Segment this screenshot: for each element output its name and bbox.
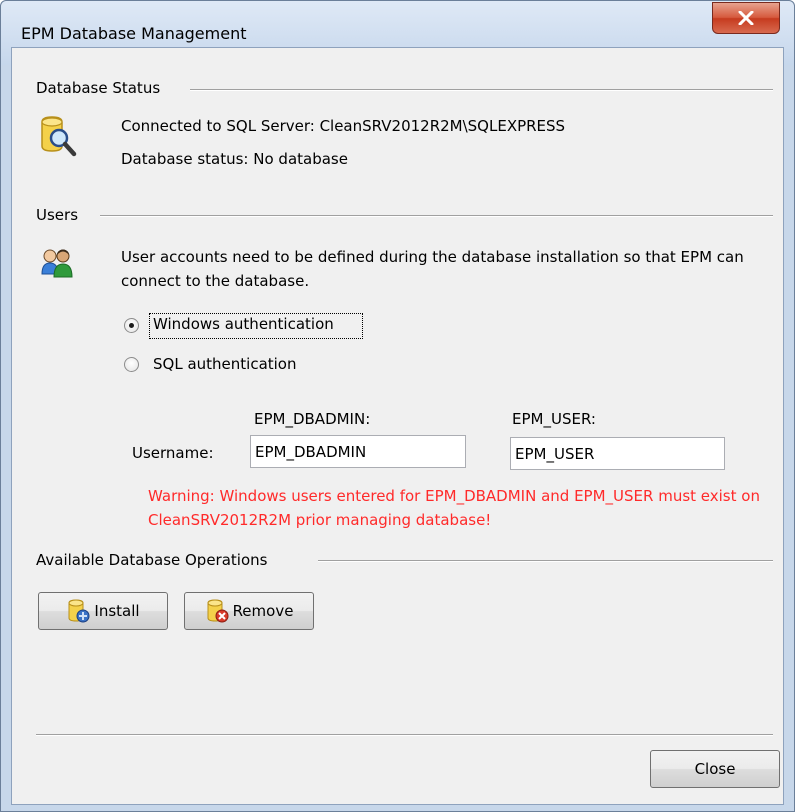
- user-column-header: EPM_USER:: [512, 410, 596, 428]
- dbadmin-column-header: EPM_DBADMIN:: [254, 410, 371, 428]
- install-button[interactable]: Install: [38, 592, 168, 630]
- close-button[interactable]: Close: [650, 750, 780, 788]
- sql-auth-radio[interactable]: [124, 357, 139, 372]
- database-status-divider: [190, 89, 773, 91]
- database-install-icon: [66, 599, 90, 623]
- database-status-header: Database Status: [36, 78, 160, 98]
- remove-button[interactable]: Remove: [184, 592, 314, 630]
- warning-message: Warning: Windows users entered for EPM_D…: [148, 487, 760, 529]
- operations-header: Available Database Operations: [36, 550, 267, 570]
- database-remove-icon: [205, 599, 229, 623]
- dbadmin-username-input[interactable]: [250, 435, 466, 468]
- close-icon: [738, 11, 754, 25]
- install-button-label: Install: [94, 602, 140, 620]
- database-status-title: Database Status: [36, 79, 161, 97]
- connected-server-text: Connected to SQL Server: CleanSRV2012R2M…: [121, 117, 566, 135]
- database-search-icon: [38, 116, 78, 162]
- users-header: Users: [36, 205, 78, 225]
- windows-auth-label[interactable]: Windows authentication: [153, 315, 334, 333]
- windows-auth-radio[interactable]: [124, 318, 139, 333]
- close-button-label: Close: [694, 760, 736, 778]
- user-username-input[interactable]: [510, 437, 725, 470]
- footer-divider: [36, 734, 773, 736]
- database-status-text: Database status: No database: [121, 150, 348, 168]
- users-icon: [41, 248, 73, 282]
- users-divider: [100, 215, 773, 217]
- radio-selected-dot: [129, 323, 134, 328]
- operations-title: Available Database Operations: [36, 551, 268, 569]
- sql-auth-label[interactable]: SQL authentication: [153, 355, 297, 373]
- username-label: Username:: [132, 444, 214, 462]
- operations-divider: [318, 560, 773, 562]
- window-title: EPM Database Management: [21, 24, 247, 43]
- users-title: Users: [36, 206, 79, 224]
- title-close-button[interactable]: [712, 2, 780, 34]
- remove-button-label: Remove: [232, 602, 294, 620]
- users-description: User accounts need to be defined during …: [121, 248, 744, 290]
